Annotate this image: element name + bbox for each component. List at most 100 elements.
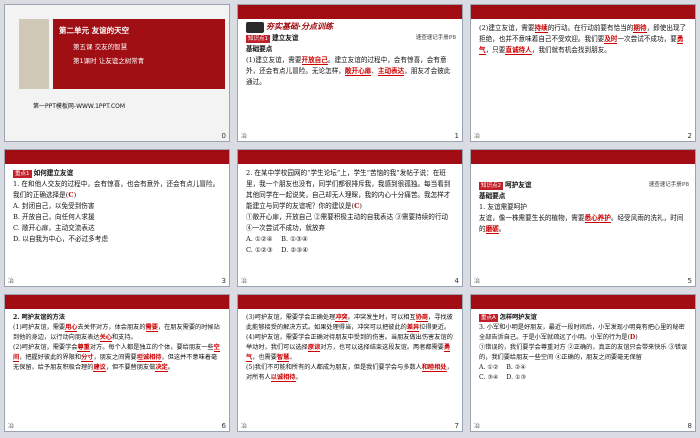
lesson-title: 第五课 交友的智慧 xyxy=(73,43,128,51)
paragraph: (5)我们不可能和所有的人都成为朋友，但是我们要学会与多数人和睦相处，对所有人以… xyxy=(246,364,453,382)
answer-blank: 开放自己 xyxy=(301,56,328,65)
answer-blank: 主动表达 xyxy=(377,67,405,76)
option: B. ①③④ xyxy=(281,235,308,243)
slide-header-bar xyxy=(471,5,695,19)
answer-blank: 敞开心扉 xyxy=(344,67,372,76)
slide-number: 8 xyxy=(687,422,692,430)
slide-content: 重点1 如何建立友谊 1. 在和他人交友的过程中，会有惊喜，也会有意外，还会有点… xyxy=(13,168,223,245)
answer-blank: 直诚待人 xyxy=(505,46,532,55)
sub-heading: 基础要点 xyxy=(246,45,273,53)
option: C. 敞开心扉，主动交流表达 xyxy=(13,224,95,232)
answer-blank: 冲突 xyxy=(335,314,348,322)
point-tag: 知识点2 xyxy=(479,182,503,190)
slide-number: 3 xyxy=(221,277,226,285)
paragraph: (1)呵护友谊，需要用心去关怀对方，体会朋友的需要，在朋友需要的时候站到他的身边… xyxy=(13,324,220,342)
slide-number: 0 xyxy=(221,132,226,140)
slide-thumbnail-7[interactable]: (3)呵护友谊，需要学会正确处理冲突。冲突发生时，可以相互协商，寻找彼此能够接受… xyxy=(237,294,463,432)
slide-thumbnail-grid: 第二单元 友谊的天空 第五课 交友的智慧 第1课时 让友谊之树常青 第一PPT模… xyxy=(0,0,700,438)
answer-blank: 持续 xyxy=(534,24,548,33)
answer-blank: 协商 xyxy=(415,314,429,322)
option-row: C. ③④ D. ①③ xyxy=(479,373,689,383)
slide-header-bar xyxy=(238,295,462,309)
answer-blank: 尊重 xyxy=(77,344,90,352)
slide-content: 2. 呵护友谊的方法 (1)呵护友谊，需要用心去关怀对方，体会朋友的需要，在朋友… xyxy=(13,313,223,373)
point-heading: 怎样呵护友谊 xyxy=(499,314,537,321)
point-tag: 重点1 xyxy=(13,170,32,178)
option: C. ①②③ xyxy=(246,246,273,254)
option: D. ①③ xyxy=(506,374,527,381)
paragraph: (3)呵护友谊，需要学会正确处理冲突。冲突发生时，可以相互协商，寻找彼此能够接受… xyxy=(246,314,453,332)
slide-content: (2)建立友谊，需要持续的行动。在行动前要有恰当的期待，即使出现了拒绝，也并不意… xyxy=(479,23,689,56)
answer-blank: 差异 xyxy=(406,324,420,332)
slide-number: 2 xyxy=(687,132,692,140)
unit-title: 第二单元 友谊的天空 xyxy=(59,26,130,35)
answer-blank: 以诚相待 xyxy=(270,374,296,382)
option: A. ①②④ xyxy=(246,235,273,243)
slide-header-bar xyxy=(471,150,695,164)
slide-number: 4 xyxy=(454,277,459,285)
question: 3. 小军和小明是好朋友，最近一段时间后，小军发现小明竟有把心里的秘密全部告诉自… xyxy=(479,324,685,341)
title-banner: 第二单元 友谊的天空 第五课 交友的智慧 第1课时 让友谊之树常青 xyxy=(53,19,225,89)
answer-blank: 原谅 xyxy=(307,344,321,352)
slide-content: 重点A 怎样呵护友谊 3. 小军和小明是好朋友，最近一段时间后，小军发现小明竟有… xyxy=(479,313,689,383)
option: B. 开放自己，向任何人求援 xyxy=(13,213,95,221)
slide-content: 夯实基础·分点训练 知识点1 建立友谊 速查速记手册P8 基础要点 (1)建立友谊… xyxy=(246,21,456,88)
answer-blank: 期待 xyxy=(633,24,647,33)
answer-blank: 决定 xyxy=(155,364,168,372)
point-tag: 重点A xyxy=(479,314,498,322)
section-banner: 夯实基础·分点训练 xyxy=(266,22,334,31)
answer-blank: 智慧 xyxy=(276,354,290,362)
question: 1. 在和他人交友的过程中，会有惊喜，也会有意外，还会有点儿冒险。我们的正确选择… xyxy=(13,180,220,199)
answer-blank: 建议 xyxy=(93,364,106,372)
option: D. ②③④ xyxy=(281,246,309,254)
point-heading: 呵护友谊 xyxy=(505,181,532,189)
option-row: A. ①② B. ②④ xyxy=(479,363,689,373)
slide-number: 1 xyxy=(454,132,459,140)
paragraph: (2)呵护友谊，需要学会尊重对方。每个人都是独立的个体，要给朋友一些空间，把握好… xyxy=(13,344,220,372)
slide-thumbnail-0[interactable]: 第二单元 友谊的天空 第五课 交友的智慧 第1课时 让友谊之树常青 第一PPT模… xyxy=(4,4,230,142)
template-footer: 第一PPT模板网-WWW.1PPT.COM xyxy=(33,103,126,110)
title-decor-block xyxy=(19,19,49,89)
slide-content: 2. 在某中学校园网的“学生论坛”上，学生“苦恼的我”发帖子说：在班里，我一个朋… xyxy=(246,168,456,256)
option: A. ①② xyxy=(479,364,499,371)
slide-thumbnail-6[interactable]: 2. 呵护友谊的方法 (1)呵护友谊，需要用心去关怀对方，体会朋友的需要，在朋友… xyxy=(4,294,230,432)
slide-header-bar xyxy=(238,5,462,19)
answer-blank: 用心 xyxy=(65,324,78,332)
paragraph: 友谊，像一株需要生长的植物，需要悉心养护。经受风雨的洗礼，时间的磨砺。 xyxy=(479,214,684,234)
slide-header-bar xyxy=(471,295,695,309)
section-title: 第1课时 让友谊之树常青 xyxy=(73,57,145,65)
slide-header-bar xyxy=(238,150,462,164)
option: D. 以自我为中心，不必过多考虑 xyxy=(13,235,108,243)
option: A. 封闭自己，以免受到伤害 xyxy=(13,202,95,210)
answer-blank: 和睦相处 xyxy=(421,364,447,372)
slide-thumbnail-4[interactable]: 2. 在某中学校园网的“学生论坛”上，学生“苦恼的我”发帖子说：在班里，我一个朋… xyxy=(237,149,463,287)
slide-thumbnail-1[interactable]: 夯实基础·分点训练 知识点1 建立友谊 速查速记手册P8 基础要点 (1)建立友谊… xyxy=(237,4,463,142)
slide-thumbnail-2[interactable]: (2)建立友谊，需要持续的行动。在行动前要有恰当的期待，即使出现了拒绝，也并不意… xyxy=(470,4,696,142)
answer-blank: 坦诚相待 xyxy=(136,354,162,362)
answer-blank: 悉心养护 xyxy=(584,214,611,223)
book-icon xyxy=(246,21,264,33)
slide-thumbnail-3[interactable]: 重点1 如何建立友谊 1. 在和他人交友的过程中，会有惊喜，也会有意外，还会有点… xyxy=(4,149,230,287)
statement-list: ①敞开心扉，开放自己 ②需要积极主动的自我表达 ③需要持续的行动 ④一次尝试不成… xyxy=(246,213,449,232)
paragraph: 1. 友谊需要呵护 xyxy=(479,203,527,211)
option: B. ②④ xyxy=(506,364,526,371)
handbook-ref: 速查速记手册P8 xyxy=(415,35,456,41)
option: C. ③④ xyxy=(479,374,499,381)
slide-number: 5 xyxy=(687,277,692,285)
option-row: C. ①②③ D. ②③④ xyxy=(246,245,456,256)
point-tag: 知识点1 xyxy=(246,35,270,43)
paragraph: (2)建立友谊，需要持续的行动。在行动前要有恰当的期待，即使出现了拒绝，也并不意… xyxy=(479,24,687,55)
slide-thumbnail-5[interactable]: 知识点2 呵护友谊 速查速记手册P8 基础要点 1. 友谊需要呵护 友谊，像一株需… xyxy=(470,149,696,287)
question: 2. 在某中学校园网的“学生论坛”上，学生“苦恼的我”发帖子说：在班里，我一个朋… xyxy=(246,169,451,210)
handbook-ref: 速查速记手册P8 xyxy=(648,182,689,188)
slide-thumbnail-8[interactable]: 重点A 怎样呵护友谊 3. 小军和小明是好朋友，最近一段时间后，小军发现小明竟有… xyxy=(470,294,696,432)
slide-content: (3)呵护友谊，需要学会正确处理冲突。冲突发生时，可以相互协商，寻找彼此能够接受… xyxy=(246,313,456,383)
answer-blank: 需要 xyxy=(145,324,158,332)
point-heading: 建立友谊 xyxy=(272,34,299,42)
slide-number: 6 xyxy=(221,422,226,430)
slide-header-bar xyxy=(5,150,229,164)
statement-list: ①错误的，我们要学会尊重对方 ②正确的，真正的友谊只会带来快乐 ③错误的，我们要… xyxy=(479,344,688,361)
sub-heading: 基础要点 xyxy=(479,192,506,200)
answer-blank: 磨砺 xyxy=(485,225,499,234)
paragraph: (1)建立友谊，需要开放自己。建立友谊的过程中，会有惊喜，会有意外，还会有点儿冒… xyxy=(246,56,451,86)
